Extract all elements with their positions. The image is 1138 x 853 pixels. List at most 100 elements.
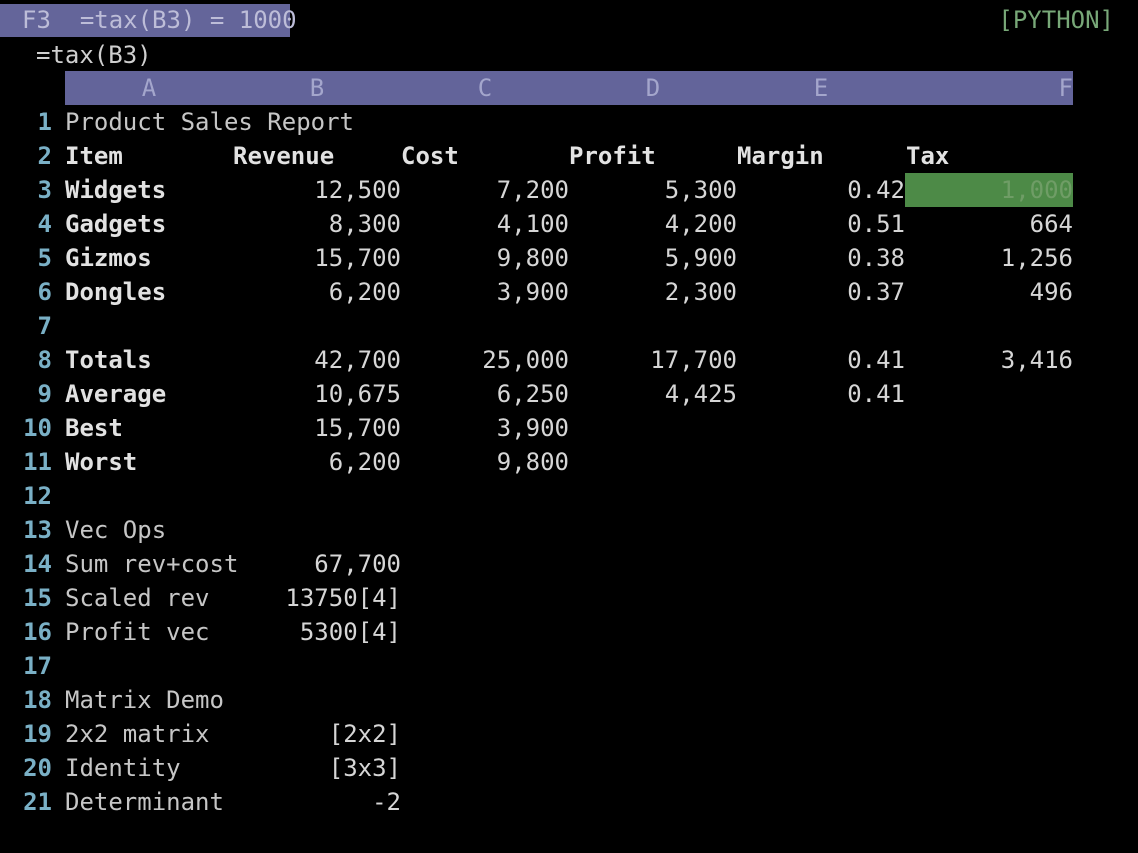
cell-a8[interactable]: Totals <box>65 343 233 377</box>
cell-e17[interactable] <box>737 649 905 683</box>
cell-d2[interactable]: Profit <box>569 139 656 173</box>
cell-a1[interactable]: Product Sales Report <box>65 105 354 139</box>
cell-c13[interactable] <box>401 513 569 547</box>
row-number[interactable]: 4 <box>0 207 52 241</box>
cell-e10[interactable] <box>737 411 905 445</box>
cell-b4[interactable]: 8,300 <box>233 207 401 241</box>
cell-f18[interactable] <box>905 683 1073 717</box>
cell-c4[interactable]: 4,100 <box>401 207 569 241</box>
cell-d17[interactable] <box>569 649 737 683</box>
cell-d21[interactable] <box>569 785 737 819</box>
cell-d5[interactable]: 5,900 <box>569 241 737 275</box>
cell-d6[interactable]: 2,300 <box>569 275 737 309</box>
cell-d11[interactable] <box>569 445 737 479</box>
cell-f14[interactable] <box>905 547 1073 581</box>
cell-e12[interactable] <box>737 479 905 513</box>
cell-c7[interactable] <box>401 309 569 343</box>
cell-a18[interactable]: Matrix Demo <box>65 683 233 717</box>
row-number[interactable]: 17 <box>0 649 52 683</box>
cell-a14[interactable]: Sum rev+cost <box>65 547 238 581</box>
cell-a13[interactable]: Vec Ops <box>65 513 233 547</box>
row-number[interactable]: 1 <box>0 105 52 139</box>
cell-f16[interactable] <box>905 615 1073 649</box>
cell-b14[interactable]: 67,700 <box>233 547 401 581</box>
cell-a7[interactable] <box>65 309 233 343</box>
row-number[interactable]: 12 <box>0 479 52 513</box>
row-number[interactable]: 9 <box>0 377 52 411</box>
cell-c20[interactable] <box>401 751 569 785</box>
cell-b5[interactable]: 15,700 <box>233 241 401 275</box>
row-number[interactable]: 3 <box>0 173 52 207</box>
column-header-b[interactable]: B <box>233 71 401 105</box>
column-header-c[interactable]: C <box>401 71 569 105</box>
cell-b2[interactable]: Revenue <box>233 139 401 173</box>
cell-d13[interactable] <box>569 513 737 547</box>
row-number[interactable]: 7 <box>0 309 52 343</box>
formula-bar[interactable]: =tax(B3) <box>36 38 152 72</box>
cell-f9[interactable] <box>905 377 1073 411</box>
row-number[interactable]: 15 <box>0 581 52 615</box>
cell-e19[interactable] <box>737 717 905 751</box>
cell-f6[interactable]: 496 <box>905 275 1073 309</box>
cell-d8[interactable]: 17,700 <box>569 343 737 377</box>
cell-a11[interactable]: Worst <box>65 445 233 479</box>
cell-d3[interactable]: 5,300 <box>569 173 737 207</box>
cell-f2[interactable]: Tax <box>905 139 1073 173</box>
cell-c19[interactable] <box>401 717 569 751</box>
column-header-e[interactable]: E <box>737 71 905 105</box>
cell-c9[interactable]: 6,250 <box>401 377 569 411</box>
cell-e11[interactable] <box>737 445 905 479</box>
cell-b13[interactable] <box>233 513 401 547</box>
cell-d18[interactable] <box>569 683 737 717</box>
cell-c11[interactable]: 9,800 <box>401 445 569 479</box>
cell-f12[interactable] <box>905 479 1073 513</box>
cell-c1[interactable] <box>401 105 569 139</box>
cell-e5[interactable]: 0.38 <box>737 241 905 275</box>
cell-b12[interactable] <box>233 479 401 513</box>
cell-e16[interactable] <box>737 615 905 649</box>
cell-c8[interactable]: 25,000 <box>401 343 569 377</box>
row-number[interactable]: 20 <box>0 751 52 785</box>
cell-a12[interactable] <box>65 479 233 513</box>
cell-d10[interactable] <box>569 411 737 445</box>
cell-e1[interactable] <box>737 105 905 139</box>
cell-c21[interactable] <box>401 785 569 819</box>
column-header-f[interactable]: F <box>905 71 1073 105</box>
cell-c5[interactable]: 9,800 <box>401 241 569 275</box>
cell-b21[interactable]: -2 <box>233 785 401 819</box>
cell-b8[interactable]: 42,700 <box>233 343 401 377</box>
cell-b15[interactable]: 13750[4] <box>233 581 401 615</box>
cell-b20[interactable]: [3x3] <box>233 751 401 785</box>
cell-a6[interactable]: Dongles <box>65 275 233 309</box>
cell-b9[interactable]: 10,675 <box>233 377 401 411</box>
cell-e7[interactable] <box>737 309 905 343</box>
cell-a4[interactable]: Gadgets <box>65 207 233 241</box>
cell-d20[interactable] <box>569 751 737 785</box>
cell-d15[interactable] <box>569 581 737 615</box>
cell-a16[interactable]: Profit vec <box>65 615 233 649</box>
cell-f7[interactable] <box>905 309 1073 343</box>
cell-e13[interactable] <box>737 513 905 547</box>
cell-f3[interactable]: 1,000 <box>905 173 1073 207</box>
cell-f17[interactable] <box>905 649 1073 683</box>
cell-f10[interactable] <box>905 411 1073 445</box>
row-number[interactable]: 8 <box>0 343 52 377</box>
cell-e20[interactable] <box>737 751 905 785</box>
cell-b7[interactable] <box>233 309 401 343</box>
cell-f4[interactable]: 664 <box>905 207 1073 241</box>
cell-f20[interactable] <box>905 751 1073 785</box>
cell-c12[interactable] <box>401 479 569 513</box>
cell-e9[interactable]: 0.41 <box>737 377 905 411</box>
cell-c15[interactable] <box>401 581 569 615</box>
cell-b11[interactable]: 6,200 <box>233 445 401 479</box>
cell-d16[interactable] <box>569 615 737 649</box>
cell-e14[interactable] <box>737 547 905 581</box>
cell-a15[interactable]: Scaled rev <box>65 581 233 615</box>
row-number[interactable]: 10 <box>0 411 52 445</box>
row-number[interactable]: 6 <box>0 275 52 309</box>
cell-b16[interactable]: 5300[4] <box>233 615 401 649</box>
cell-d19[interactable] <box>569 717 737 751</box>
cell-c10[interactable]: 3,900 <box>401 411 569 445</box>
cell-c14[interactable] <box>401 547 569 581</box>
cell-f21[interactable] <box>905 785 1073 819</box>
